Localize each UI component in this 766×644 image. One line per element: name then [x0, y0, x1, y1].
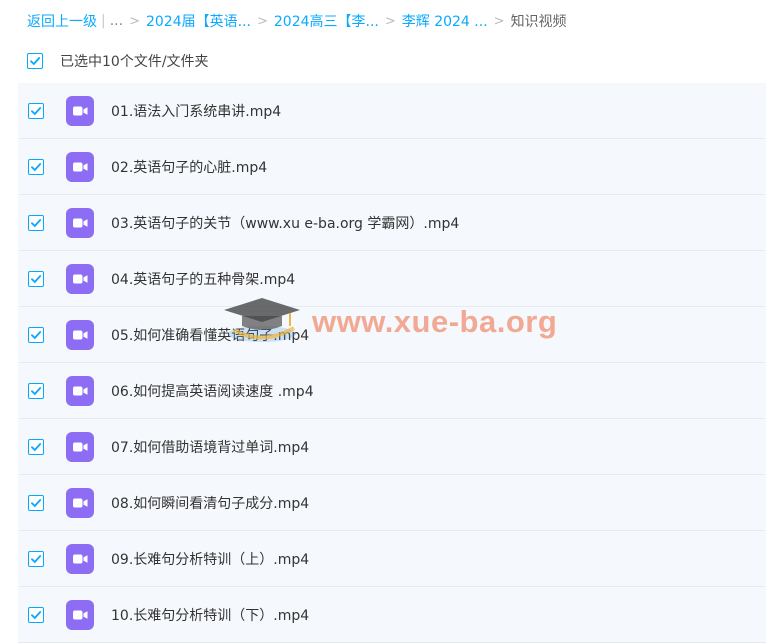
file-name[interactable]: 10.长难句分析特训（下）.mp4: [111, 605, 309, 625]
file-name[interactable]: 04.英语句子的五种骨架.mp4: [111, 269, 295, 289]
file-row[interactable]: 05.如何准确看懂英语句子.mp4: [18, 307, 766, 363]
checkmark-icon: [31, 498, 42, 507]
chevron-right-icon: >: [493, 13, 505, 29]
back-link[interactable]: 返回上一级: [27, 11, 97, 31]
video-file-icon: [66, 95, 94, 126]
file-row[interactable]: 10.长难句分析特训（下）.mp4: [18, 587, 766, 643]
file-name[interactable]: 01.语法入门系统串讲.mp4: [111, 101, 281, 121]
file-row[interactable]: 04.英语句子的五种骨架.mp4: [18, 251, 766, 307]
breadcrumb: 返回上一级 | ... > 2024届【英语... > 2024高三【李... …: [27, 10, 567, 32]
file-checkbox[interactable]: [28, 550, 44, 567]
file-row[interactable]: 06.如何提高英语阅读速度 .mp4: [18, 363, 766, 419]
checkmark-icon: [31, 218, 42, 227]
chevron-right-icon: >: [256, 13, 268, 29]
file-checkbox[interactable]: [28, 438, 44, 455]
chevron-right-icon: >: [384, 13, 396, 29]
file-name[interactable]: 06.如何提高英语阅读速度 .mp4: [111, 381, 314, 401]
file-checkbox[interactable]: [28, 214, 44, 231]
checkmark-icon: [30, 57, 41, 65]
file-checkbox[interactable]: [28, 270, 44, 287]
file-checkbox[interactable]: [28, 606, 44, 623]
file-checkbox[interactable]: [28, 382, 44, 399]
file-name[interactable]: 09.长难句分析特训（上）.mp4: [111, 549, 309, 569]
checkmark-icon: [31, 274, 42, 283]
file-row[interactable]: 02.英语句子的心脏.mp4: [18, 139, 766, 195]
video-file-icon: [66, 543, 94, 574]
checkmark-icon: [31, 386, 42, 395]
file-name[interactable]: 08.如何瞬间看清句子成分.mp4: [111, 493, 309, 513]
file-checkbox[interactable]: [28, 102, 44, 119]
file-name[interactable]: 03.英语句子的关节（www.xu e-ba.org 学霸网）.mp4: [111, 213, 459, 233]
file-list: 01.语法入门系统串讲.mp4 02.英语句子的心脏.mp4 03.英语句子的关节（…: [18, 83, 766, 643]
video-file-icon: [66, 319, 94, 350]
file-name[interactable]: 05.如何准确看懂英语句子.mp4: [111, 325, 309, 345]
checkmark-icon: [31, 330, 42, 339]
video-file-icon: [66, 375, 94, 406]
video-file-icon: [66, 151, 94, 182]
file-row[interactable]: 08.如何瞬间看清句子成分.mp4: [18, 475, 766, 531]
video-file-icon: [66, 487, 94, 518]
file-row[interactable]: 03.英语句子的关节（www.xu e-ba.org 学霸网）.mp4: [18, 195, 766, 251]
select-all-checkbox[interactable]: [27, 53, 43, 69]
checkmark-icon: [31, 162, 42, 171]
breadcrumb-divider: |: [101, 13, 106, 29]
file-checkbox[interactable]: [28, 158, 44, 175]
breadcrumb-item-1[interactable]: 2024届【英语...: [146, 11, 251, 31]
video-file-icon: [66, 599, 94, 630]
breadcrumb-ellipsis[interactable]: ...: [110, 13, 123, 29]
select-all-bar: 已选中10个文件/文件夹: [27, 51, 209, 71]
file-checkbox[interactable]: [28, 494, 44, 511]
checkmark-icon: [31, 610, 42, 619]
file-checkbox[interactable]: [28, 326, 44, 343]
breadcrumb-current: 知识视频: [510, 14, 567, 30]
file-row[interactable]: 07.如何借助语境背过单词.mp4: [18, 419, 766, 475]
video-file-icon: [66, 431, 94, 462]
chevron-right-icon: >: [129, 13, 140, 29]
breadcrumb-item-2[interactable]: 2024高三【李...: [274, 11, 379, 31]
video-file-icon: [66, 207, 94, 238]
video-file-icon: [66, 263, 94, 294]
checkmark-icon: [31, 442, 42, 451]
file-row[interactable]: 09.长难句分析特训（上）.mp4: [18, 531, 766, 587]
checkmark-icon: [31, 554, 42, 563]
selection-count-label: 已选中10个文件/文件夹: [60, 54, 209, 70]
file-row[interactable]: 01.语法入门系统串讲.mp4: [18, 83, 766, 139]
breadcrumb-item-3[interactable]: 李辉 2024 ...: [402, 11, 488, 31]
file-name[interactable]: 02.英语句子的心脏.mp4: [111, 157, 267, 177]
file-name[interactable]: 07.如何借助语境背过单词.mp4: [111, 437, 309, 457]
checkmark-icon: [31, 106, 42, 115]
